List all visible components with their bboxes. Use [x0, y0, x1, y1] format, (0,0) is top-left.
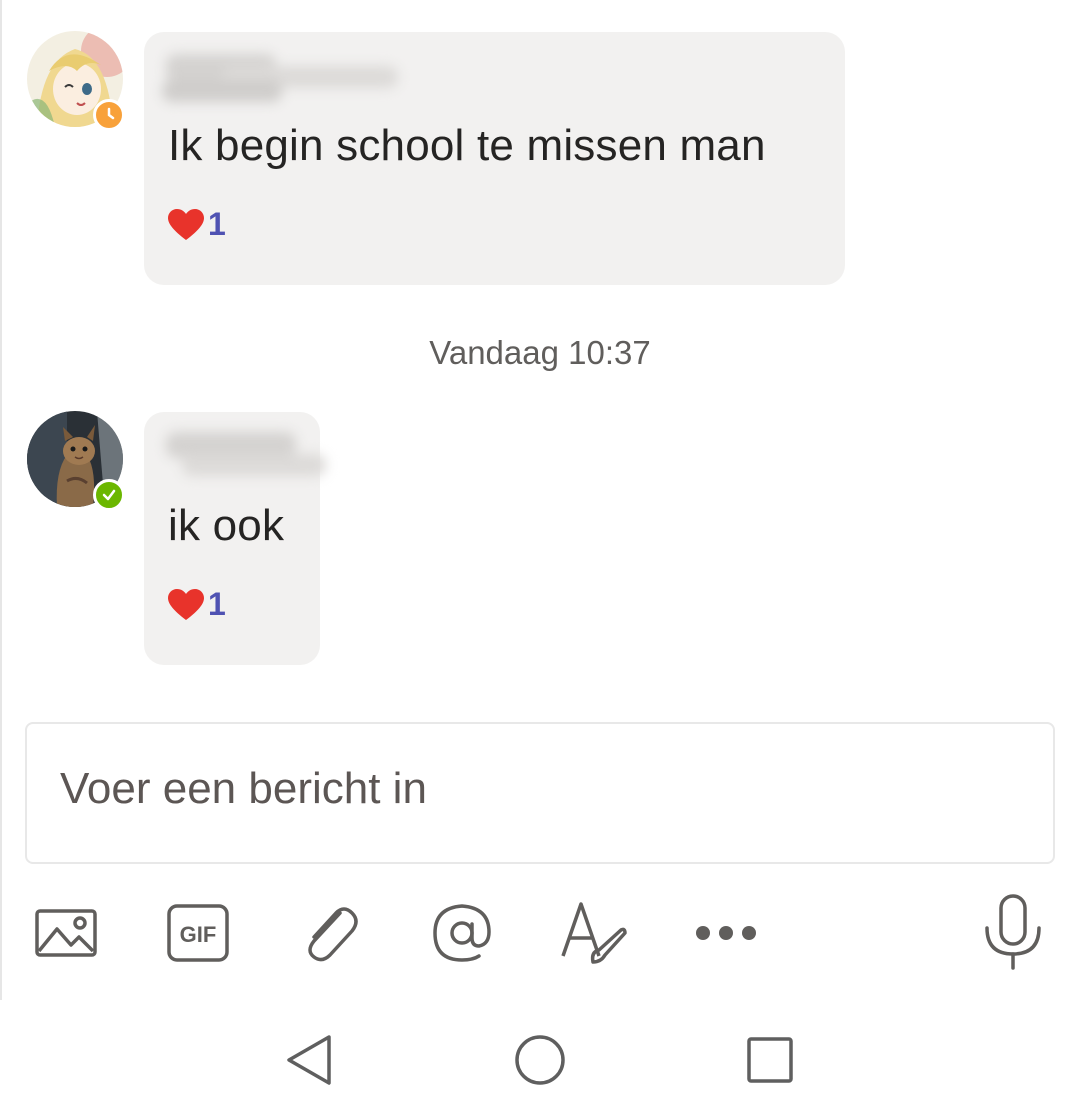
- reaction[interactable]: 1: [168, 586, 226, 623]
- status-available-icon: [93, 479, 125, 511]
- message-text: Ik begin school te missen man: [168, 121, 766, 170]
- window-edge: [0, 0, 2, 1000]
- format-button[interactable]: [559, 898, 629, 968]
- image-button[interactable]: [31, 898, 101, 968]
- mention-icon: [433, 904, 491, 962]
- gif-button[interactable]: GIF: [163, 898, 233, 968]
- nav-home-button[interactable]: [510, 1030, 570, 1090]
- mention-button[interactable]: [427, 898, 497, 968]
- more-icon: [696, 926, 756, 940]
- sender-name-redacted: [162, 48, 402, 113]
- more-button[interactable]: [691, 898, 761, 968]
- recents-icon: [747, 1037, 793, 1083]
- timestamp-divider: Vandaag 10:37: [429, 334, 651, 371]
- gif-label: GIF: [180, 922, 217, 947]
- message-input[interactable]: [60, 764, 960, 814]
- gif-icon: GIF: [167, 904, 229, 962]
- home-icon: [515, 1035, 565, 1085]
- compose-box[interactable]: [25, 722, 1055, 864]
- message-bubble[interactable]: Ik begin school te missen man 1: [144, 32, 845, 285]
- heart-icon: [168, 588, 204, 620]
- avatar-sender-1[interactable]: [27, 31, 125, 131]
- heart-icon: [168, 208, 204, 240]
- back-icon: [287, 1035, 331, 1085]
- reaction-count: 1: [208, 586, 226, 622]
- nav-back-button[interactable]: [279, 1030, 339, 1090]
- attach-button[interactable]: [295, 898, 365, 968]
- image-icon: [35, 909, 97, 957]
- message-bubble[interactable]: ik ook 1: [144, 412, 326, 665]
- attach-icon: [308, 907, 358, 962]
- microphone-button[interactable]: [980, 894, 1046, 970]
- message-text: ik ook: [168, 501, 285, 550]
- nav-recents-button[interactable]: [740, 1030, 800, 1090]
- avatar-sender-2[interactable]: [27, 411, 125, 511]
- status-away-icon: [93, 99, 125, 131]
- format-icon: [561, 902, 627, 964]
- reaction-count: 1: [208, 206, 226, 242]
- reaction[interactable]: 1: [168, 206, 226, 243]
- sender-name-redacted: [162, 428, 332, 489]
- microphone-icon: [985, 894, 1041, 970]
